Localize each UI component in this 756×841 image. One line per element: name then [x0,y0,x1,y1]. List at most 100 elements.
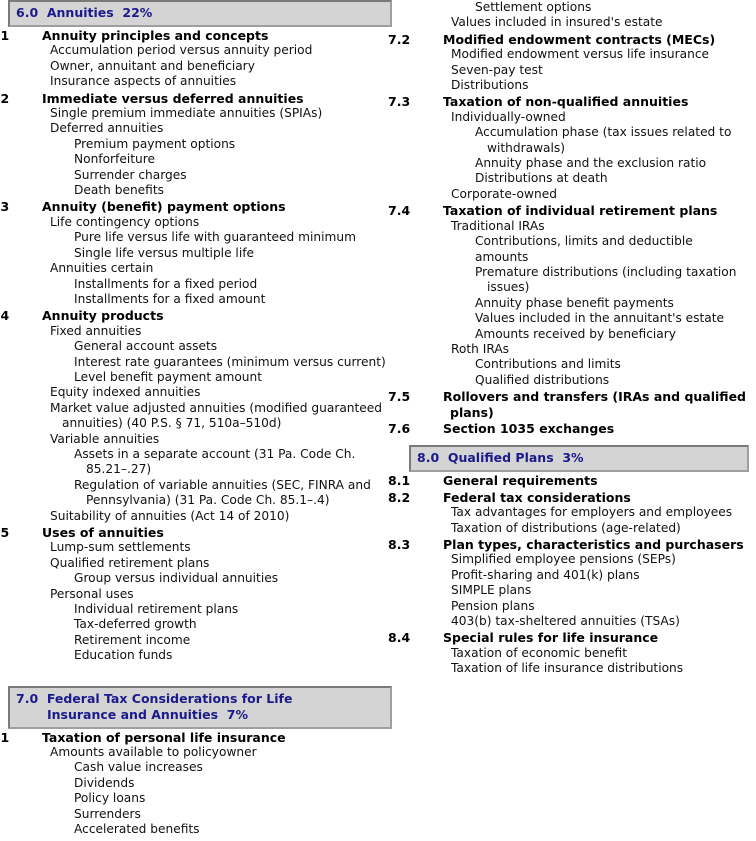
outline-topic: Modified endowment versus life insurance [451,47,710,62]
subsection-title: Plan types, characteristics and purchase… [443,537,744,552]
section-banner-line: 6.0 Annuities 22% [16,5,153,20]
outline-topic: Taxation of life insurance distributions [451,661,684,676]
outline-topic: 403(b) tax-sheltered annuities (TSAs) [451,614,680,629]
outline-subsection-heading: 7.5 Rollovers and transfers (IRAs and qua… [388,389,749,420]
outline-topic: Education funds [74,648,173,663]
outline-topic: General account assets [74,339,218,354]
outline-subsection-heading: 6.5 Uses of annuities [0,525,392,540]
outline-topic: Owner, annuitant and beneficiary [50,58,255,73]
outline-topic: Settlement options [475,0,592,14]
subsection-number: 8.2 [388,489,411,505]
section-banner: 8.0 Qualified Plans 3% [409,445,749,473]
outline-topic: Individual retirement plans [74,602,239,617]
outline-subsection-heading: 7.2 Modified endowment contracts (MECs) [388,31,749,47]
subsection-number: 7.2 [388,31,411,47]
subsection-title: Immediate versus deferred annuities [42,90,304,106]
outline-topic: Cash value increases [74,760,203,775]
outline-topic: Corporate-owned [451,186,557,201]
outline-topic: Installments for a fixed period [74,276,258,291]
subsection-number: 7.6 [388,420,411,436]
section-8-block: 8.0 Qualified Plans 3% 8.1 General require… [388,445,749,676]
outline-topic: Personal uses [50,586,134,601]
outline-topic: Distributions [451,78,529,93]
outline-topic: Annuities certain [50,261,154,276]
subsection-title: Annuity products [42,308,164,324]
subsection-number: 6.1 [0,28,10,43]
outline-topic: Profit-sharing and 401(k) plans [451,567,640,582]
outline-topic: Deferred annuities [50,121,164,136]
outline-topic: Seven-pay test [451,62,543,77]
outline-topic: Regulation of variable annuities (SEC, F… [74,477,371,508]
outline-topic: Pension plans [451,598,535,613]
outline-topic: Accelerated benefits [74,822,200,837]
outline-topic: Surrenders [74,806,141,821]
outline-topic: Values included in insured's estate [451,15,663,30]
outline-topic: Suitability of annuities (Act 14 of 2010… [50,508,290,523]
outline-topic: Nonforfeiture [74,152,155,167]
outline-topic: Roth IRAs [451,341,510,356]
subsection-title: Taxation of personal life insurance [42,729,286,745]
outline-topic: Amounts received by beneficiary [475,326,676,341]
outline-topic: Policy loans [74,791,146,806]
outline-topic: Interest rate guarantees (minimum versus… [74,354,386,369]
outline-topic: Contributions, limits and deductible amo… [475,234,693,264]
section-7-continued-block: Settlement options Values included in ins… [388,0,749,436]
outline-topic: Death benefits [74,183,164,198]
outline-subsection-heading: 8.1 General requirements [388,473,749,489]
outline-topic: Qualified retirement plans [50,555,210,570]
section-banner: 6.0 Annuities 22% [8,0,392,27]
outline-topic: Retirement income [74,632,191,647]
outline-topic: SIMPLE plans [451,583,532,598]
outline-topic: Accumulation phase (tax issues related t… [475,125,732,155]
outline-topic: Contributions and limits [475,357,621,372]
outline-topic: Insurance aspects of annuities [50,74,237,89]
subsection-number: 7.1 [0,729,10,745]
subsection-title: Modified endowment contracts (MECs) [443,31,716,47]
subsection-title: Rollovers and transfers (IRAs and qualif… [443,389,747,420]
outline-topic: Assets in a separate account (31 Pa. Cod… [74,446,356,477]
outline-topic: Traditional IRAs [451,218,545,233]
subsection-number: 6.3 [0,199,10,215]
outline-topic: Taxation of economic benefit [451,645,627,660]
subsection-title: Taxation of individual retirement plans [443,203,718,219]
column-gap [8,664,392,686]
outline-topic: Single premium immediate annuities (SPIA… [50,106,323,121]
subsection-number: 8.1 [388,473,411,489]
exam-outline-page: 6.0 Annuities 22% 6.1 Annuity principles a… [0,0,756,841]
subsection-title: General requirements [443,473,598,489]
subsection-title: Annuity (benefit) payment options [42,199,286,215]
subsection-title: Annuity principles and concepts [42,28,269,43]
subsection-number: 6.4 [0,308,10,324]
outline-subsection-heading: 7.1 Taxation of personal life insurance [0,729,392,745]
section-banner-line: 7.0 Federal Tax Considerations for Life [16,690,293,706]
right-column: Settlement options Values included in ins… [388,0,749,677]
outline-topic: Pure life versus life with guaranteed mi… [74,230,356,245]
outline-topic: Tax advantages for employers and employe… [451,505,733,520]
left-column: 6.0 Annuities 22% 6.1 Annuity principles a… [0,0,392,838]
subsection-number: 6.5 [0,525,10,540]
outline-topic: Variable annuities [50,431,160,446]
outline-topic: Lump-sum settlements [50,540,191,555]
section-banner-line: Insurance and Annuities 7% [47,706,249,722]
outline-topic: Taxation of distributions (age-related) [451,520,681,535]
section-banner: 7.0 Federal Tax Considerations for Life I… [8,685,392,729]
outline-topic: Annuity phase benefit payments [475,295,674,310]
section-6-block: 6.0 Annuities 22% 6.1 Annuity principles a… [0,0,392,664]
outline-topic: Simplified employee pensions (SEPs) [451,552,676,567]
outline-topic: Equity indexed annuities [50,385,201,400]
outline-topic: Premium payment options [74,136,236,151]
outline-topic: Distributions at death [475,171,608,186]
outline-topic: Amounts available to policyowner [50,745,257,760]
outline-topic: Life contingency options [50,214,200,229]
outline-topic: Qualified distributions [475,372,610,387]
outline-subsection-heading: 8.3 Plan types, characteristics and purch… [388,537,749,552]
outline-topic: Values included in the annuitant's estat… [475,311,725,326]
outline-topic: Tax-deferred growth [74,617,197,632]
subsection-number: 8.3 [388,537,411,552]
outline-subsection-heading: 7.3 Taxation of non-qualified annuities [388,94,749,109]
outline-topic: Installments for a fixed amount [74,291,266,306]
subsection-title: Special rules for life insurance [443,630,659,646]
outline-subsection-heading: 8.2 Federal tax considerations [388,489,749,505]
outline-topic: Premature distributions (including taxat… [475,264,737,295]
outline-topic: Group versus individual annuities [74,571,279,586]
